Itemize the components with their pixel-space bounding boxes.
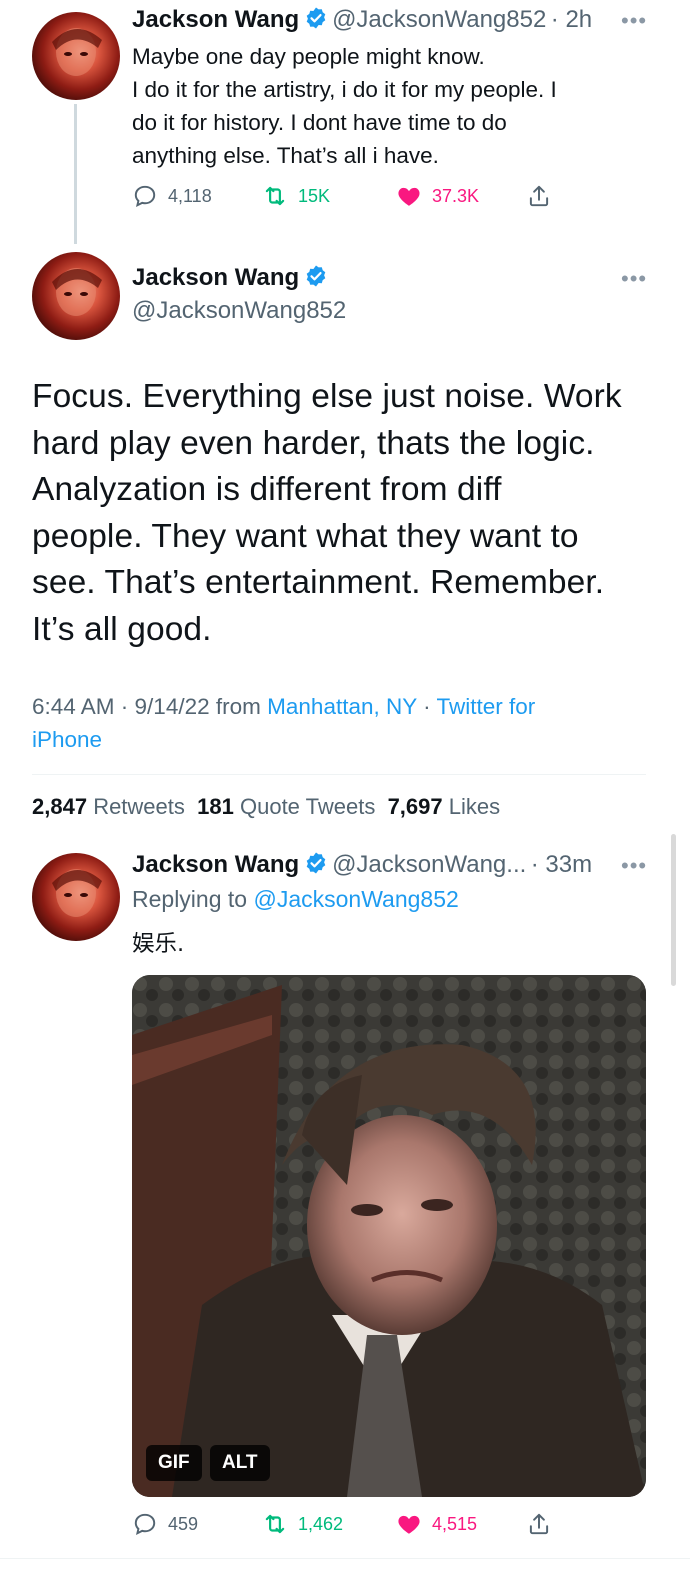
retweet-count: 1,462 <box>298 1513 344 1534</box>
tweet-time[interactable]: · 2h <box>551 6 592 33</box>
share-icon <box>529 185 549 207</box>
tweet-header: Jackson Wang <box>132 264 328 292</box>
heart-icon <box>398 187 420 206</box>
verified-badge-icon <box>306 7 325 29</box>
more-dots-icon[interactable]: ••• <box>621 266 647 292</box>
reply-button[interactable]: 459 <box>132 1511 198 1537</box>
like-count: 37.3K <box>432 185 480 206</box>
timestamp[interactable]: 6:44 AM · 9/14/22 <box>32 694 210 719</box>
like-count: 4,515 <box>432 1513 478 1534</box>
replying-to: Replying to @JacksonWang852 <box>132 886 459 913</box>
tweet-text: 娱乐. <box>132 931 185 957</box>
tweet-line: Analyzation is different from diff <box>32 471 502 508</box>
tweet-line: do it for history. I dont have time to d… <box>132 110 507 135</box>
heart-icon <box>398 1515 420 1534</box>
tweet-line: see. That’s entertainment. Remember. <box>32 564 605 601</box>
engagement-stats: 2,847 Retweets 181 Quote Tweets 7,697 Li… <box>32 794 500 820</box>
avatar[interactable] <box>32 12 120 100</box>
share-button[interactable] <box>526 183 552 209</box>
quotes-label: Quote Tweets <box>239 794 376 819</box>
retweet-icon <box>265 1514 285 1534</box>
gif-image <box>132 975 646 1497</box>
replying-to-label: Replying to <box>132 886 248 912</box>
tweet-line: Focus. Everything else just noise. Work <box>32 378 622 415</box>
tweet-line: Maybe one day people might know. <box>132 44 485 69</box>
tweet-line: hard play even harder, thats the logic. <box>32 424 595 462</box>
like-button[interactable]: 4,515 <box>396 1511 477 1537</box>
retweet-button[interactable]: 1,462 <box>262 1511 343 1537</box>
handle[interactable]: @JacksonWang... <box>332 851 526 878</box>
tweet-text: Focus. Everything else just noise. Work … <box>32 374 662 653</box>
tweet-meta: 6:44 AM · 9/14/22 from Manhattan, NY · T… <box>32 690 652 756</box>
quotes-stat[interactable]: 181 Quote Tweets <box>197 794 375 819</box>
gif-badge: GIF <box>146 1445 202 1481</box>
display-name[interactable]: Jackson Wang <box>132 851 299 878</box>
likes-count: 7,697 <box>387 794 443 819</box>
more-dots-icon[interactable]: ••• <box>621 853 647 879</box>
tweet-time[interactable]: · 33m <box>531 851 592 878</box>
reply-count: 4,118 <box>168 185 212 206</box>
tweet-header: Jackson Wang @JacksonWang852 · 2h <box>132 6 592 34</box>
divider <box>32 774 646 775</box>
verified-badge-icon <box>306 265 325 287</box>
display-name[interactable]: Jackson Wang <box>132 264 299 291</box>
display-name[interactable]: Jackson Wang <box>132 6 299 33</box>
tweet-line: It’s all good. <box>32 610 212 648</box>
retweets-count: 2,847 <box>32 794 88 819</box>
source-link[interactable]: Twitter for <box>436 694 535 719</box>
tweet-text: Maybe one day people might know. I do it… <box>132 40 652 172</box>
more-dots-icon[interactable]: ••• <box>621 8 647 34</box>
avatar[interactable] <box>32 853 120 941</box>
location-link[interactable]: Manhattan, NY <box>267 694 417 719</box>
likes-stat[interactable]: 7,697 Likes <box>388 794 501 819</box>
alt-badge[interactable]: ALT <box>210 1445 270 1481</box>
quotes-count: 181 <box>197 794 234 819</box>
likes-label: Likes <box>448 794 501 819</box>
retweets-stat[interactable]: 2,847 Retweets <box>32 794 185 819</box>
reply-button[interactable]: 4,118 <box>132 183 212 209</box>
thread-line <box>74 104 77 244</box>
tweet-header: Jackson Wang @JacksonWang... · 33m <box>132 851 592 879</box>
replying-to-handle[interactable]: @JacksonWang852 <box>253 886 458 912</box>
share-button[interactable] <box>526 1511 552 1537</box>
share-icon <box>529 1513 549 1535</box>
source-separator: · <box>423 694 431 719</box>
handle[interactable]: @JacksonWang852 <box>132 297 346 325</box>
retweet-icon <box>265 186 285 206</box>
tweet-line: I do it for the artistry, i do it for my… <box>132 77 557 102</box>
handle[interactable]: @JacksonWang852 <box>332 6 546 33</box>
retweets-label: Retweets <box>93 794 185 819</box>
scrollbar[interactable] <box>671 834 676 986</box>
retweet-button[interactable]: 15K <box>262 183 330 209</box>
verified-badge-icon <box>306 852 325 874</box>
divider <box>0 1558 690 1559</box>
reply-bubble-icon <box>134 185 156 207</box>
like-button[interactable]: 37.3K <box>396 183 479 209</box>
reply-bubble-icon <box>134 1513 156 1535</box>
avatar[interactable] <box>32 252 120 340</box>
gif-media[interactable]: GIF ALT <box>132 975 646 1497</box>
from-label: from <box>215 694 261 719</box>
source-link-continued[interactable]: iPhone <box>32 727 102 752</box>
tweet-line: people. They want what they want to <box>32 517 579 555</box>
tweet-line: anything else. That’s all i have. <box>132 143 439 168</box>
retweet-count: 15K <box>298 185 331 206</box>
reply-count: 459 <box>168 1513 199 1534</box>
